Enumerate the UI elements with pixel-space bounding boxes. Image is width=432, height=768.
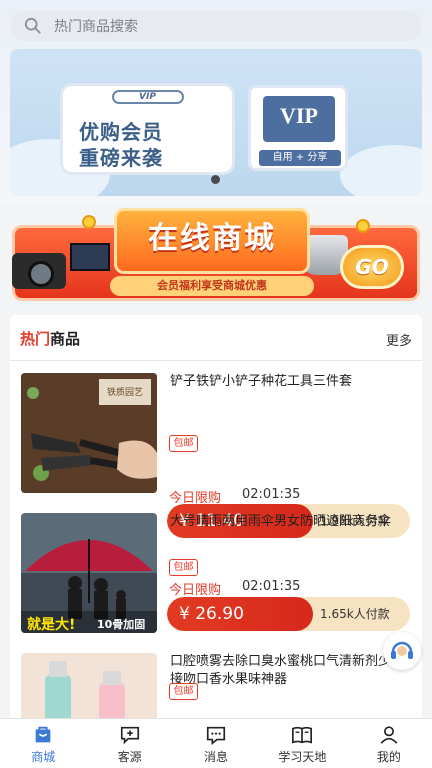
- thumb-caption: 铁质园艺: [107, 386, 143, 398]
- section-title: 热门商品: [20, 328, 80, 349]
- vip-small-label: VIP: [111, 90, 184, 104]
- tab-label: 学习天地: [278, 750, 327, 764]
- section-title-rest: 商品: [50, 330, 81, 348]
- promo-subtitle: 会员福利享受商城优惠: [110, 276, 314, 296]
- coin-icon: [82, 215, 96, 229]
- umbrella-image: 就是大! 10骨加固: [21, 513, 157, 633]
- coin-icon: [356, 219, 370, 233]
- free-shipping-badge: 包邮: [169, 559, 198, 576]
- vip-screen: VIP 自用 + 分享: [248, 85, 348, 171]
- thumb-caption: 就是大!: [27, 616, 75, 633]
- search-icon: [24, 17, 41, 34]
- banner-cloud: [340, 145, 422, 196]
- banner-line1: 优购会员: [79, 120, 163, 144]
- bottom-tab-bar: 商城 客源 消息 学习天地 我的: [0, 718, 432, 768]
- countdown-timer: 02:01:35: [242, 579, 301, 594]
- section-title-red: 热门: [20, 330, 51, 348]
- tab-shop[interactable]: 商城: [0, 719, 86, 768]
- product-price: ¥ 26.90: [167, 597, 313, 631]
- tab-profile[interactable]: 我的: [346, 719, 432, 768]
- product-image: 铁质园艺: [21, 373, 157, 493]
- flash-sale-label: 今日限购: [169, 583, 222, 598]
- free-shipping-badge: 包邮: [169, 435, 198, 452]
- customer-service-button[interactable]: [383, 632, 421, 670]
- price-bar[interactable]: ¥ 26.90 1.65k人付款: [167, 597, 410, 631]
- banner-line2: 重磅来袭: [79, 146, 163, 170]
- vip-banner[interactable]: VIP 优购会员 重磅来袭 VIP 自用 + 分享: [10, 49, 422, 196]
- garden-tools-image: 铁质园艺: [21, 373, 157, 493]
- search-bar[interactable]: 热门商品搜索: [10, 11, 422, 41]
- shop-icon: [35, 726, 51, 743]
- product-card[interactable]: 就是大! 10骨加固 大号晴雨两用雨伞男女防晒遮阳商务伞 包邮 今日限购 02:…: [10, 501, 422, 637]
- camera-icon: [12, 253, 66, 289]
- vip-card: VIP 优购会员 重磅来袭: [60, 83, 235, 175]
- chat-plus-icon: [120, 726, 139, 745]
- tab-label: 我的: [376, 750, 401, 764]
- hot-products-section: 热门商品 更多 铁质园艺 铲子铁铲小铲子种花工具三件套 包邮 今日限购 02:0…: [10, 315, 422, 720]
- product-card[interactable]: 口腔喷雾去除口臭水蜜桃口气清新剂少女接吻口香水果味神器 包邮: [10, 641, 422, 720]
- spray-image: [21, 653, 157, 720]
- product-image: 就是大! 10骨加固: [21, 513, 157, 633]
- headset-icon: [391, 641, 413, 659]
- product-name: 铲子铁铲小铲子种花工具三件套: [170, 374, 353, 389]
- go-button[interactable]: GO: [340, 245, 404, 289]
- product-name: 口腔喷雾去除口臭水蜜桃口气清新剂少女接吻口香水果味神器: [170, 654, 405, 687]
- countdown-timer: 02:01:35: [242, 487, 301, 502]
- product-name: 大号晴雨两用雨伞男女防晒遮阳商务伞: [170, 514, 392, 529]
- tab-messages[interactable]: 消息: [173, 719, 259, 768]
- free-shipping-badge: 包邮: [169, 683, 198, 700]
- tv-icon: [70, 243, 110, 271]
- message-icon: [206, 726, 226, 745]
- carousel-indicator[interactable]: [211, 175, 220, 184]
- sold-count: 1.65k人付款: [320, 607, 390, 621]
- tab-label: 客源: [117, 750, 142, 764]
- tab-customers[interactable]: 客源: [86, 719, 172, 768]
- promo-title: 在线商城: [114, 208, 310, 274]
- promo-banner[interactable]: 在线商城 会员福利享受商城优惠 GO: [10, 205, 422, 301]
- vip-box-label: VIP: [263, 96, 335, 142]
- more-link[interactable]: 更多: [386, 330, 412, 349]
- user-icon: [380, 726, 398, 744]
- product-image: [21, 653, 157, 720]
- product-card[interactable]: 铁质园艺 铲子铁铲小铲子种花工具三件套 包邮 今日限购 02:01:35 ¥ 1…: [10, 361, 422, 538]
- thumb-caption-2: 10骨加固: [97, 617, 145, 631]
- tab-label: 商城: [31, 750, 56, 764]
- book-icon: [292, 726, 313, 744]
- vip-tag-label: 自用 + 分享: [259, 150, 341, 166]
- tab-learning[interactable]: 学习天地: [259, 719, 345, 768]
- hot-products-header: 热门商品 更多: [10, 315, 422, 361]
- tab-label: 消息: [204, 750, 229, 764]
- search-placeholder: 热门商品搜索: [54, 19, 138, 35]
